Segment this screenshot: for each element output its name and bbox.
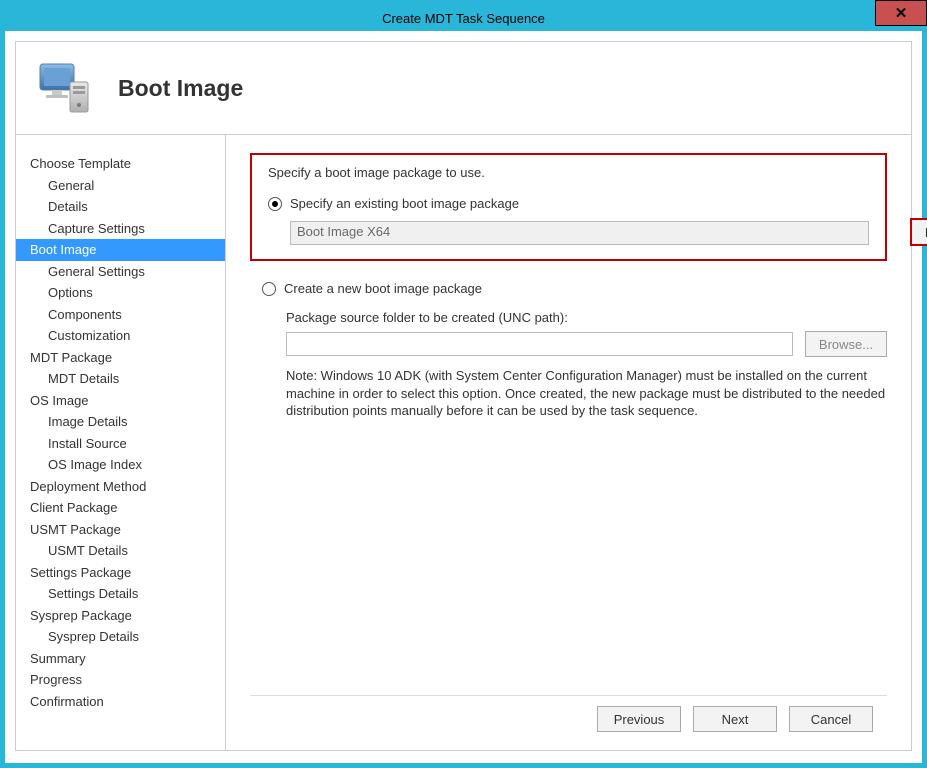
adk-note: Note: Windows 10 ADK (with System Center… [286,367,887,420]
page-title: Boot Image [118,75,243,102]
nav-item[interactable]: Progress [16,669,225,691]
main-content: Specify a boot image package to use. Spe… [250,153,887,695]
nav-item[interactable]: Sysprep Details [16,626,225,648]
nav-item[interactable]: Summary [16,648,225,670]
unc-path-input[interactable] [286,332,793,356]
nav-item[interactable]: Confirmation [16,691,225,713]
nav-item[interactable]: Deployment Method [16,476,225,498]
content-row: Choose TemplateGeneralDetailsCapture Set… [16,135,911,750]
next-button[interactable]: Next [693,706,777,732]
nav-item[interactable]: Boot Image [16,239,225,261]
nav-item[interactable]: Customization [16,325,225,347]
nav-item[interactable]: Components [16,304,225,326]
main-panel: Specify a boot image package to use. Spe… [226,135,911,750]
radio-create-row[interactable]: Create a new boot image package [262,281,887,296]
nav-item[interactable]: Capture Settings [16,218,225,240]
nav-item[interactable]: General Settings [16,261,225,283]
browse-create-button[interactable]: Browse... [805,331,887,357]
close-icon: ✕ [895,4,908,22]
nav-item[interactable]: OS Image [16,390,225,412]
wizard-header: Boot Image [16,42,911,135]
instruction-text: Specify a boot image package to use. [268,165,869,180]
nav-item[interactable]: Settings Details [16,583,225,605]
wizard-sidebar: Choose TemplateGeneralDetailsCapture Set… [16,135,226,750]
nav-item[interactable]: Details [16,196,225,218]
nav-item[interactable]: Sysprep Package [16,605,225,627]
nav-item[interactable]: Choose Template [16,153,225,175]
radio-create[interactable] [262,282,276,296]
window-title: Create MDT Task Sequence [382,11,545,26]
computer-icon [36,60,94,116]
nav-item[interactable]: MDT Details [16,368,225,390]
previous-button[interactable]: Previous [597,706,681,732]
existing-boot-image-group: Specify a boot image package to use. Spe… [250,153,887,261]
radio-create-label: Create a new boot image package [284,281,482,296]
existing-input-row: Boot Image X64 Browse... [290,221,869,245]
window-body: Boot Image Choose TemplateGeneralDetails… [5,31,922,763]
nav-item[interactable]: Image Details [16,411,225,433]
unc-path-label: Package source folder to be created (UNC… [286,310,887,325]
nav-item[interactable]: General [16,175,225,197]
existing-package-input[interactable]: Boot Image X64 [290,221,869,245]
nav-item[interactable]: Install Source [16,433,225,455]
nav-item[interactable]: Options [16,282,225,304]
nav-item[interactable]: OS Image Index [16,454,225,476]
browse-existing-button[interactable]: Browse... [911,219,927,245]
nav-item[interactable]: Settings Package [16,562,225,584]
radio-existing-label: Specify an existing boot image package [290,196,519,211]
nav-item[interactable]: USMT Package [16,519,225,541]
nav-item[interactable]: MDT Package [16,347,225,369]
nav-item[interactable]: USMT Details [16,540,225,562]
wizard-footer: Previous Next Cancel [250,695,887,736]
cancel-button[interactable]: Cancel [789,706,873,732]
radio-existing[interactable] [268,197,282,211]
titlebar: Create MDT Task Sequence ✕ [5,5,922,31]
create-input-row: Browse... [286,331,887,357]
wizard-window: Create MDT Task Sequence ✕ [0,0,927,768]
close-button[interactable]: ✕ [875,0,927,26]
wizard-inner: Boot Image Choose TemplateGeneralDetails… [15,41,912,751]
create-boot-image-group: Create a new boot image package Package … [262,281,887,420]
nav-item[interactable]: Client Package [16,497,225,519]
radio-existing-row[interactable]: Specify an existing boot image package [268,196,869,211]
